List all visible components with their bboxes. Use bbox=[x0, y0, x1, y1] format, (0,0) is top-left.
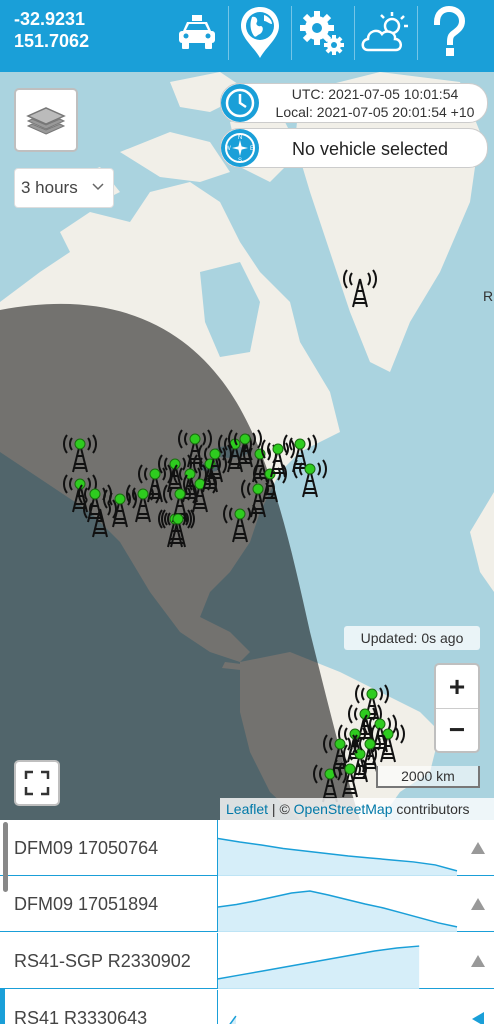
triangle-up-icon[interactable] bbox=[469, 896, 487, 912]
scrollbar[interactable] bbox=[3, 822, 8, 892]
radio-tower-icon bbox=[343, 269, 377, 308]
time-panel: UTC: 2021-07-05 10:01:54 Local: 2021-07-… bbox=[220, 83, 488, 123]
toolbar-divider bbox=[417, 6, 418, 60]
settings-button[interactable] bbox=[293, 2, 351, 64]
triangle-up-icon[interactable] bbox=[469, 840, 487, 856]
trend-sparkline bbox=[217, 820, 458, 876]
updated-status: Updated: 0s ago bbox=[344, 626, 480, 650]
radio-tower-icon bbox=[63, 434, 97, 473]
sonde-label: RS41-SGP R2330902 bbox=[14, 951, 191, 971]
svg-text:S: S bbox=[238, 158, 242, 164]
layers-icon bbox=[26, 107, 66, 135]
zoom-out-button[interactable]: − bbox=[436, 708, 478, 751]
top-bar: -32.9231 151.7062 bbox=[0, 0, 494, 72]
time-range-value: 3 hours bbox=[21, 178, 78, 197]
list-item[interactable]: RS41-SGP R2330902 bbox=[0, 933, 494, 989]
gears-icon bbox=[300, 11, 344, 55]
radio-tower-icon bbox=[253, 464, 287, 503]
help-button[interactable] bbox=[420, 2, 478, 64]
svg-text:W: W bbox=[225, 146, 231, 152]
utc-time: UTC: 2021-07-05 10:01:54 bbox=[291, 86, 459, 102]
question-mark-icon bbox=[433, 6, 466, 56]
chevron-down-icon bbox=[92, 183, 104, 191]
leaflet-link[interactable]: Leaflet bbox=[226, 801, 268, 817]
vehicle-status-panel[interactable]: N S W E No vehicle selected bbox=[220, 128, 488, 168]
attribution-separator: | © bbox=[268, 801, 294, 817]
zoom-in-button[interactable]: + bbox=[436, 665, 478, 708]
toolbar-divider bbox=[291, 6, 292, 60]
radio-tower-icon bbox=[103, 489, 137, 528]
map-view[interactable]: R 3 hours UTC: 2021-07-05 10:01:54 Local… bbox=[0, 72, 494, 820]
svg-text:E: E bbox=[250, 146, 254, 152]
globe-pin-icon bbox=[241, 7, 279, 58]
layers-button[interactable] bbox=[14, 88, 78, 152]
radio-tower-icon bbox=[293, 459, 327, 498]
clock-icon bbox=[221, 84, 259, 122]
vehicle-button[interactable] bbox=[168, 2, 226, 64]
toolbar-divider bbox=[354, 6, 355, 60]
longitude: 151.7062 bbox=[14, 31, 90, 51]
list-item[interactable]: RS41 R3330643 bbox=[0, 990, 494, 1024]
car-icon bbox=[179, 15, 215, 49]
sonde-label: DFM09 17050764 bbox=[14, 838, 159, 858]
local-time: Local: 2021-07-05 20:01:54 +10 bbox=[275, 104, 475, 120]
radio-tower-icon bbox=[126, 484, 160, 523]
fullscreen-icon bbox=[24, 770, 50, 796]
trend-sparkline bbox=[217, 990, 237, 1024]
list-item[interactable]: DFM09 17051894 bbox=[0, 876, 494, 932]
sonde-label: RS41 R3330643 bbox=[14, 1008, 148, 1024]
time-range-select[interactable]: 3 hours bbox=[14, 168, 114, 208]
map-scale: 2000 km bbox=[376, 766, 480, 788]
latitude: -32.9231 bbox=[14, 9, 86, 29]
osm-link[interactable]: OpenStreetMap bbox=[294, 801, 393, 817]
sonde-list: DFM09 17050764 DFM09 17051894 RS41-SGP R… bbox=[0, 820, 494, 1024]
map-attribution: Leaflet | © OpenStreetMap contributors bbox=[220, 798, 494, 820]
toolbar-divider bbox=[228, 6, 229, 60]
map-location-button[interactable] bbox=[231, 2, 289, 64]
list-item[interactable]: DFM09 17050764 bbox=[0, 820, 494, 876]
coordinates-readout: -32.9231 151.7062 bbox=[14, 8, 89, 52]
sparkline-area bbox=[218, 946, 420, 989]
svg-text:N: N bbox=[238, 135, 242, 141]
sonde-label: DFM09 17051894 bbox=[14, 894, 159, 914]
radio-tower-icon bbox=[313, 764, 347, 803]
triangle-left-icon[interactable] bbox=[469, 1010, 487, 1024]
fullscreen-button[interactable] bbox=[14, 760, 60, 806]
attribution-suffix: contributors bbox=[392, 801, 470, 817]
compass-icon: N S W E bbox=[221, 129, 259, 167]
trend-sparkline bbox=[217, 933, 420, 989]
weather-cloud-sun-icon bbox=[361, 12, 408, 52]
triangle-up-icon[interactable] bbox=[469, 953, 487, 969]
zoom-control: + − bbox=[434, 663, 480, 753]
active-row-indicator bbox=[0, 988, 5, 1024]
radio-tower-icon bbox=[223, 504, 257, 543]
weather-button[interactable] bbox=[356, 2, 414, 64]
vehicle-status-text: No vehicle selected bbox=[291, 139, 449, 159]
trend-sparkline bbox=[217, 876, 458, 932]
